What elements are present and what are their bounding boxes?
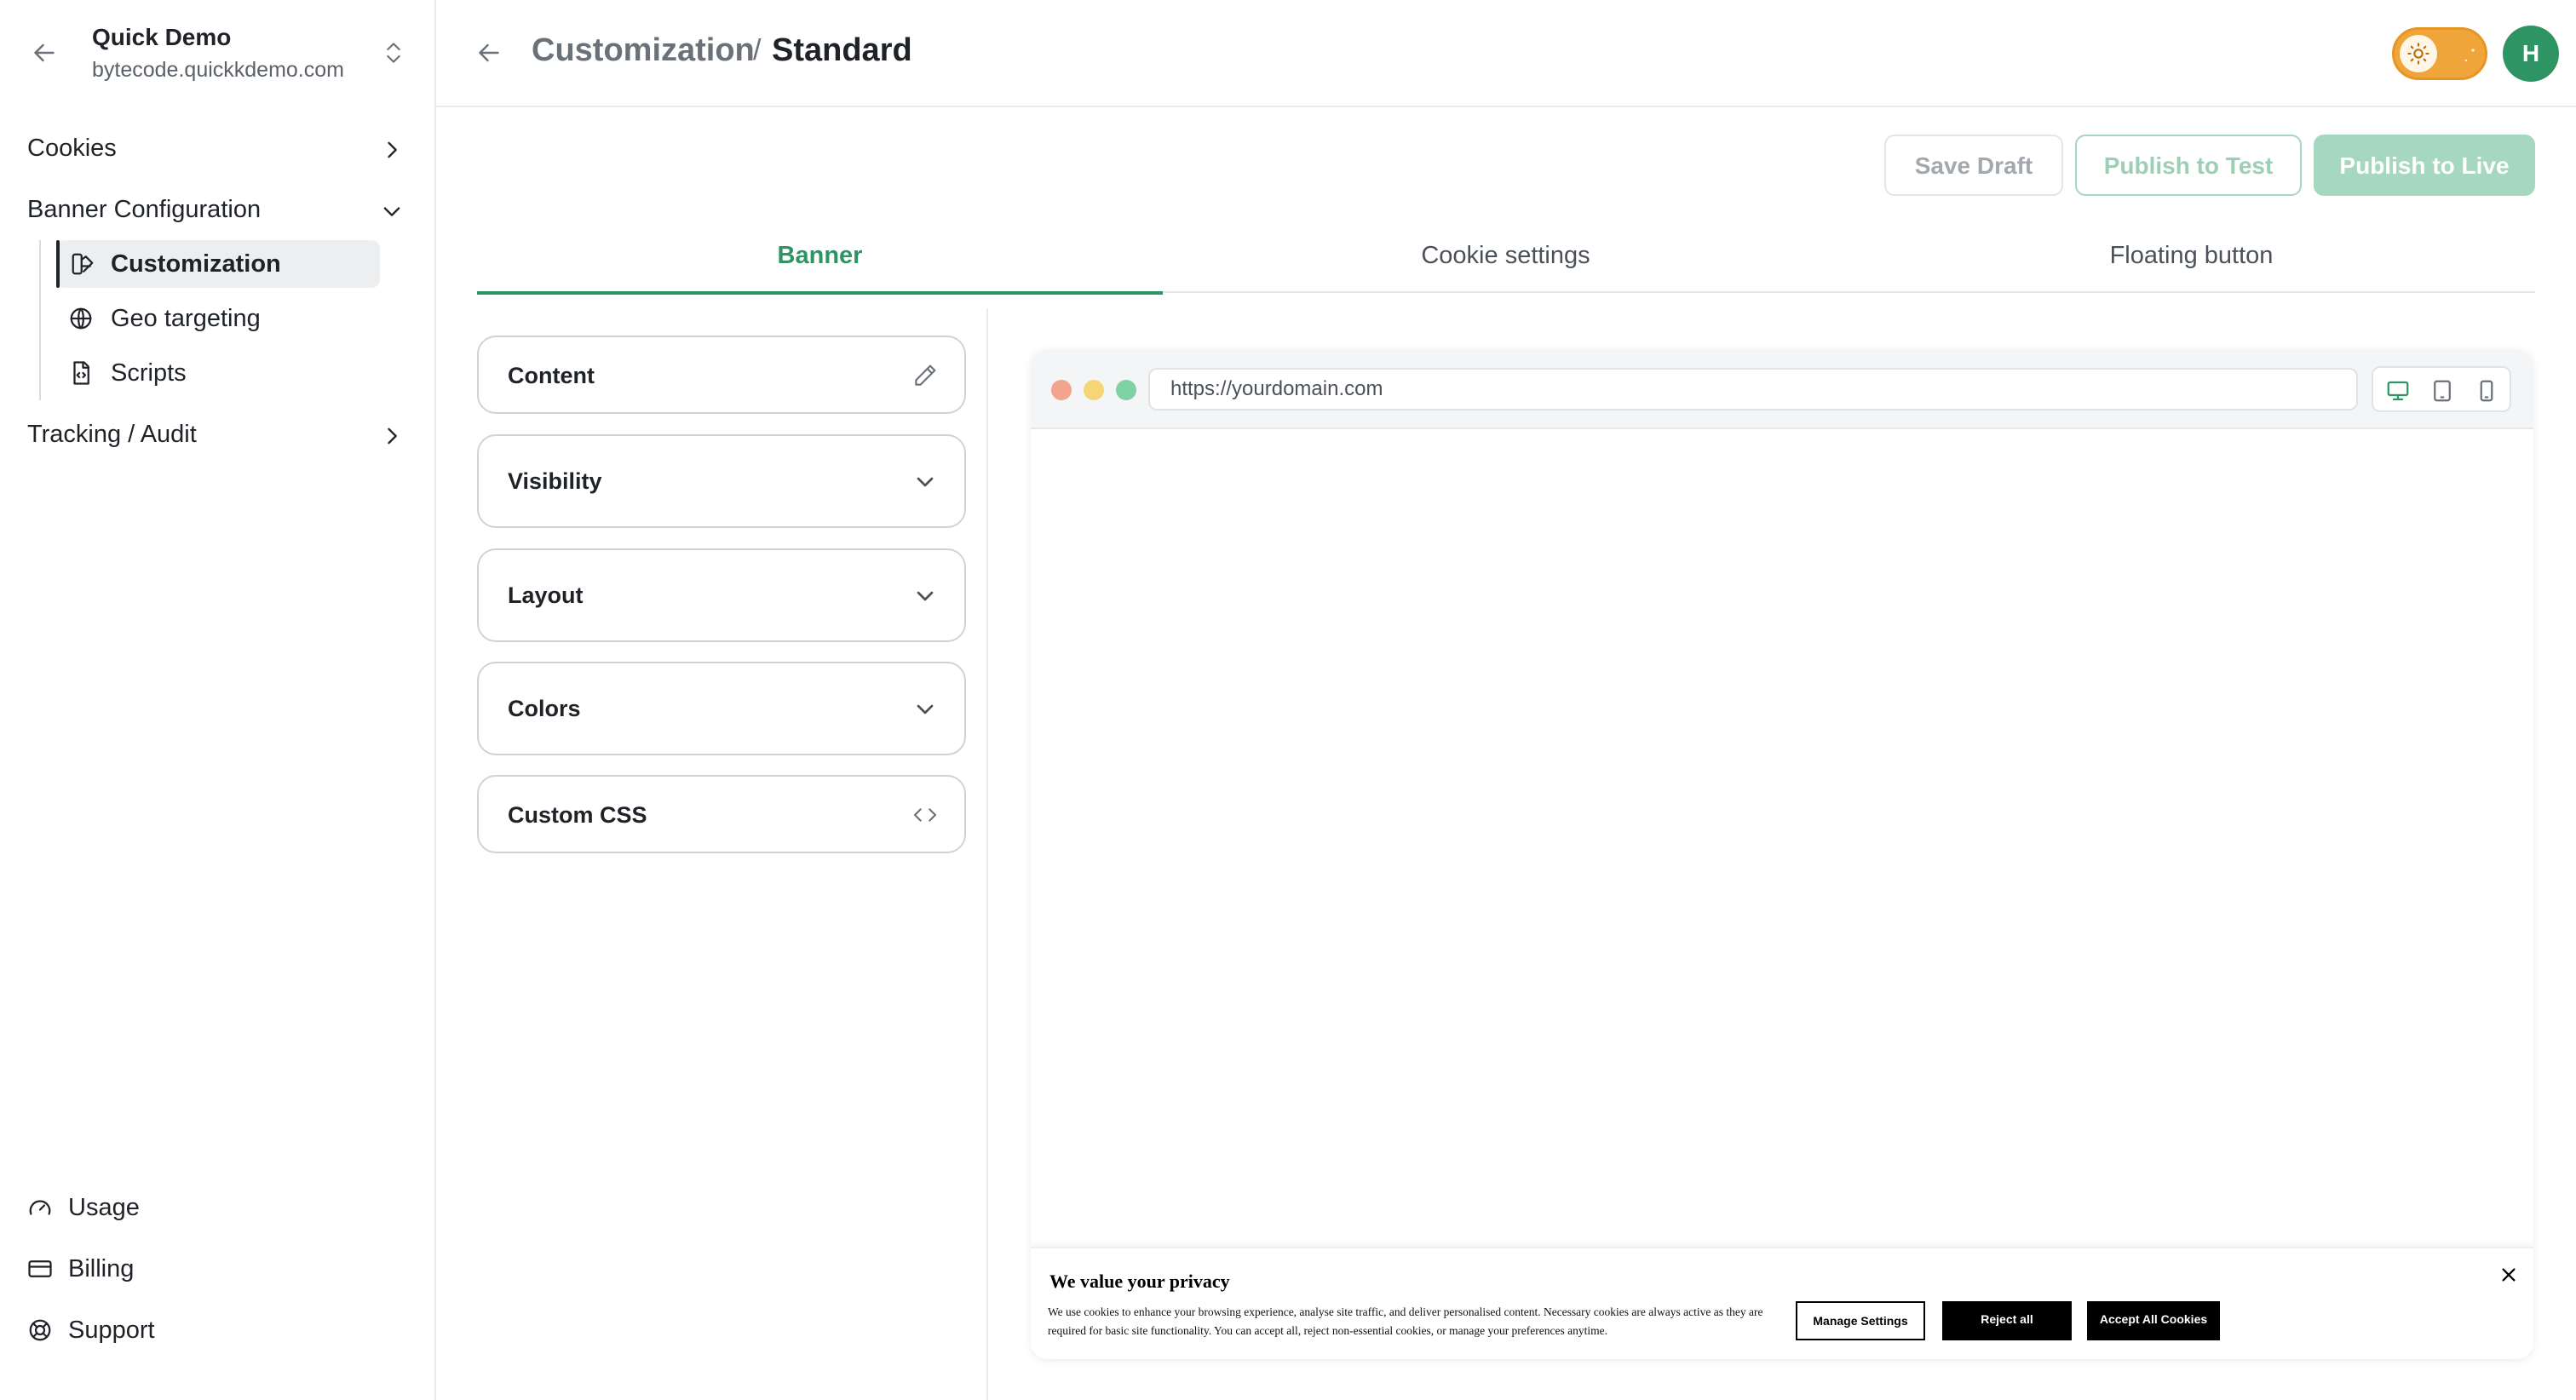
publish-to-live-button[interactable]: Publish to Live xyxy=(2314,135,2535,196)
gauge-icon xyxy=(29,1200,51,1215)
sidebar-item-geo-targeting[interactable]: Geo targeting xyxy=(56,295,380,342)
top-header: Customization / Standard H xyxy=(436,0,2576,107)
section-custom-css[interactable]: Custom CSS xyxy=(477,775,966,853)
sidebar-item-tracking-audit[interactable]: Tracking / Audit xyxy=(0,409,434,460)
section-content[interactable]: Content xyxy=(477,336,966,414)
page-title: Standard xyxy=(772,32,912,68)
window-maximize-dot xyxy=(1116,380,1136,400)
sun-icon xyxy=(2407,43,2429,65)
save-draft-button[interactable]: Save Draft xyxy=(1884,135,2063,196)
globe-icon xyxy=(70,307,92,330)
browser-toolbar: https://yourdomain.com xyxy=(1031,349,2533,429)
sidebar-item-label: Tracking / Audit xyxy=(27,421,197,448)
chevron-right-icon xyxy=(388,141,397,158)
theme-toggle[interactable] xyxy=(2392,27,2487,80)
tab-cookie-settings[interactable]: Cookie settings xyxy=(1163,225,1849,293)
sidebar-item-label: Geo targeting xyxy=(111,305,261,332)
workspace-name: Quick Demo xyxy=(92,24,232,50)
sidebar-item-customization[interactable]: Customization xyxy=(56,240,380,288)
sidebar-item-label: Support xyxy=(68,1317,155,1344)
cookie-banner-text: We use cookies to enhance your browsing … xyxy=(1048,1305,1763,1337)
desktop-icon[interactable] xyxy=(2385,378,2411,404)
section-title: Layout xyxy=(508,582,584,608)
cookie-banner-title: We value your privacy xyxy=(1049,1271,1230,1292)
sidebar-item-usage[interactable]: Usage xyxy=(0,1182,434,1233)
manage-settings-button[interactable]: Manage Settings xyxy=(1796,1301,1925,1340)
pencil-icon[interactable] xyxy=(911,362,939,389)
sidebar: Quick Demo bytecode.quickkdemo.com Cooki… xyxy=(0,0,436,1400)
theme-toggle-knob xyxy=(2400,35,2437,72)
back-arrow-icon[interactable] xyxy=(474,37,504,68)
submenu-guide-line xyxy=(39,240,41,400)
device-switcher xyxy=(2372,366,2511,412)
credit-card-icon xyxy=(28,1260,52,1277)
section-visibility[interactable]: Visibility xyxy=(477,434,966,528)
window-close-dot xyxy=(1051,380,1072,400)
breadcrumb-parent[interactable]: Customization xyxy=(532,32,755,69)
chevron-down-icon xyxy=(917,477,934,487)
banner-preview: https://yourdomain.com We value your pri… xyxy=(1031,349,2533,1359)
window-minimize-dot xyxy=(1084,380,1104,400)
workspace-domain: bytecode.quickkdemo.com xyxy=(92,58,344,82)
tab-banner[interactable]: Banner xyxy=(477,225,1163,295)
palette-icon xyxy=(72,253,94,275)
chevron-down-icon xyxy=(917,591,934,601)
chevron-right-icon xyxy=(388,427,397,445)
sidebar-item-label: Customization xyxy=(111,250,281,278)
stars-icon xyxy=(2464,49,2475,62)
panel-divider xyxy=(986,308,988,1400)
tablet-icon[interactable] xyxy=(2429,378,2455,404)
chevron-down-icon xyxy=(383,207,400,216)
section-layout[interactable]: Layout xyxy=(477,548,966,642)
sidebar-item-support[interactable]: Support xyxy=(0,1305,434,1356)
chevron-down-icon xyxy=(917,704,934,714)
tab-floating-button[interactable]: Floating button xyxy=(1849,225,2534,293)
section-colors[interactable]: Colors xyxy=(477,662,966,755)
section-title: Visibility xyxy=(508,468,602,494)
sidebar-item-billing[interactable]: Billing xyxy=(0,1243,434,1294)
tab-bar: Banner Cookie settings Floating button xyxy=(477,225,2535,295)
workspace-switcher[interactable]: Quick Demo bytecode.quickkdemo.com xyxy=(0,0,434,106)
sidebar-item-cookies[interactable]: Cookies xyxy=(0,123,434,174)
sidebar-item-scripts[interactable]: Scripts xyxy=(56,349,380,397)
script-file-icon xyxy=(73,361,89,385)
section-title: Colors xyxy=(508,696,581,721)
chevrons-up-down-icon[interactable] xyxy=(380,37,407,68)
avatar[interactable]: H xyxy=(2503,26,2559,82)
cookie-banner-preview: We value your privacy We use cookies to … xyxy=(1031,1247,2533,1359)
sidebar-item-label: Banner Configuration xyxy=(27,196,262,223)
sidebar-item-label: Billing xyxy=(68,1255,135,1282)
code-icon[interactable] xyxy=(911,801,939,829)
section-title: Content xyxy=(508,363,595,388)
sidebar-item-label: Usage xyxy=(68,1194,140,1221)
sidebar-item-label: Scripts xyxy=(111,359,187,387)
url-bar: https://yourdomain.com xyxy=(1148,368,2358,410)
section-title: Custom CSS xyxy=(508,802,647,828)
reject-all-button[interactable]: Reject all xyxy=(1942,1301,2072,1340)
lifebuoy-icon xyxy=(29,1319,51,1341)
accept-all-cookies-button[interactable]: Accept All Cookies xyxy=(2087,1301,2220,1340)
breadcrumb-separator: / xyxy=(753,34,762,66)
sidebar-item-label: Cookies xyxy=(27,135,117,162)
arrow-left-icon[interactable] xyxy=(29,37,60,68)
publish-to-test-button[interactable]: Publish to Test xyxy=(2075,135,2302,196)
close-icon[interactable] xyxy=(2499,1265,2518,1284)
sidebar-item-banner-configuration[interactable]: Banner Configuration xyxy=(0,184,434,235)
mobile-icon[interactable] xyxy=(2474,378,2499,404)
